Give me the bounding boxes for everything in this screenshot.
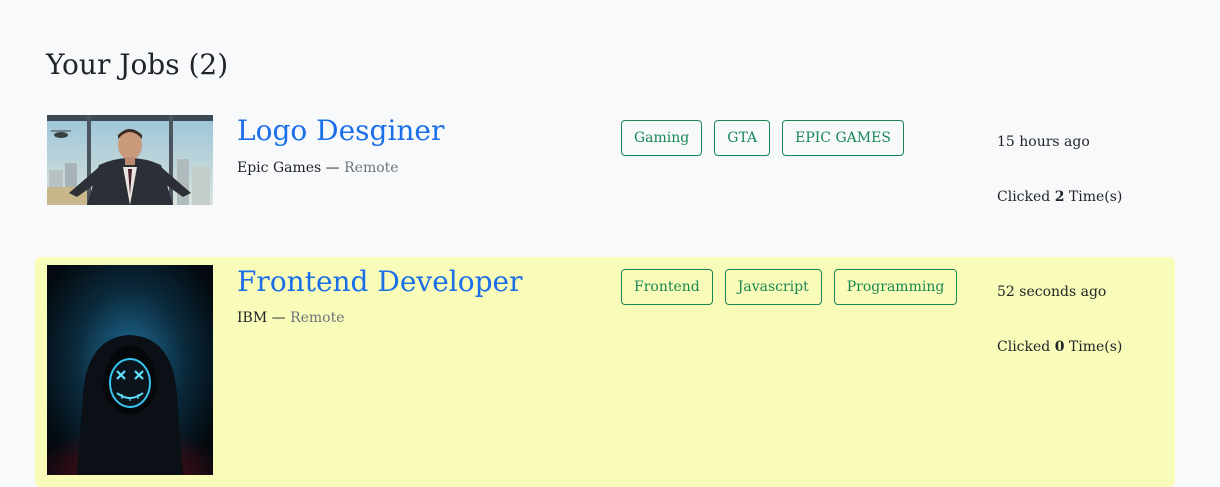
- tag-button[interactable]: GTA: [714, 120, 771, 156]
- job-location: Remote: [290, 310, 345, 326]
- company-name: Epic Games: [237, 160, 322, 176]
- posted-time: 52 seconds ago: [997, 284, 1107, 300]
- job-location: Remote: [344, 160, 399, 176]
- job-card-highlighted: Frontend Developer IBM — Remote Frontend…: [35, 257, 1175, 487]
- clicks-prefix: Clicked: [997, 339, 1055, 355]
- job-thumbnail-image: [47, 115, 213, 205]
- company-name: IBM: [237, 310, 268, 326]
- tag-button[interactable]: Javascript: [724, 269, 822, 305]
- job-meta: Epic Games — Remote: [237, 158, 399, 178]
- job-card: Logo Desginer Epic Games — Remote Gaming…: [35, 104, 1175, 224]
- meta-separator: —: [267, 310, 291, 326]
- job-tags: Gaming GTA EPIC GAMES: [621, 120, 904, 156]
- click-count: Clicked 2 Time(s): [997, 187, 1122, 207]
- job-title-link[interactable]: Logo Desginer: [237, 113, 444, 149]
- job-thumbnail-image: [47, 265, 213, 475]
- meta-separator: —: [321, 160, 345, 176]
- tag-button[interactable]: Gaming: [621, 120, 703, 156]
- posted-time: 15 hours ago: [997, 134, 1090, 150]
- job-meta: IBM — Remote: [237, 308, 345, 328]
- clicks-number: 2: [1054, 189, 1065, 205]
- tag-button[interactable]: Programming: [833, 269, 958, 305]
- job-tags: Frontend Javascript Programming: [621, 269, 958, 305]
- page-title: Your Jobs (2): [46, 48, 229, 81]
- clicks-number: 0: [1054, 339, 1065, 355]
- tag-button[interactable]: Frontend: [621, 269, 713, 305]
- clicks-suffix: Time(s): [1064, 189, 1123, 205]
- tag-button[interactable]: EPIC GAMES: [782, 120, 904, 156]
- clicks-suffix: Time(s): [1064, 339, 1123, 355]
- job-title-link[interactable]: Frontend Developer: [237, 264, 522, 300]
- click-count: Clicked 0 Time(s): [997, 337, 1122, 357]
- clicks-prefix: Clicked: [997, 189, 1055, 205]
